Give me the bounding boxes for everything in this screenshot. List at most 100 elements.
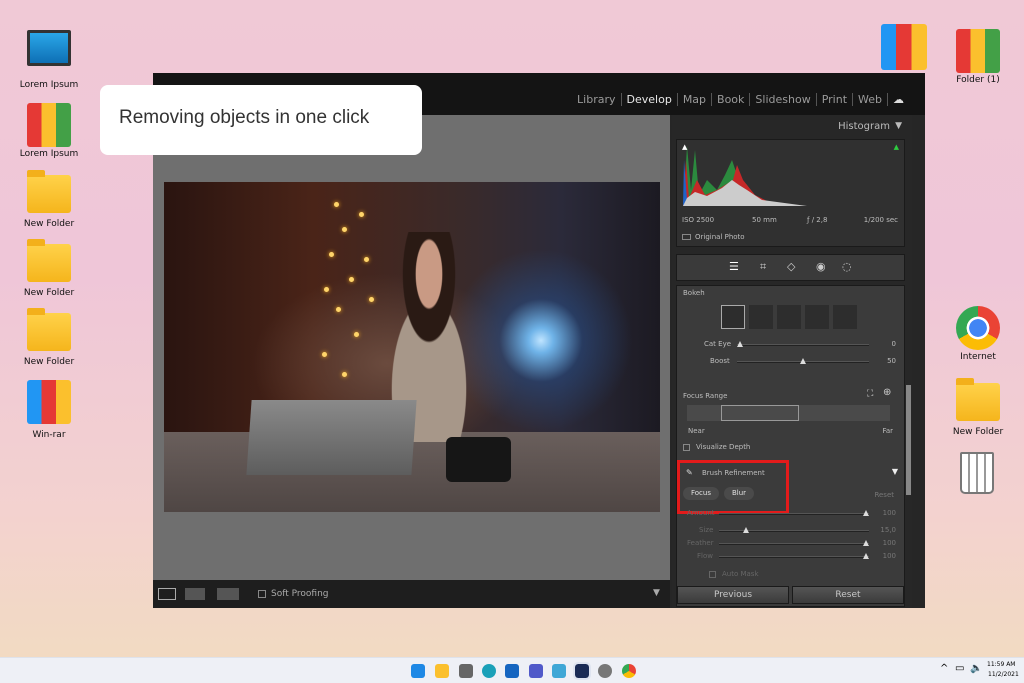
collapse-icon[interactable]: ▼ (895, 121, 902, 131)
edge-icon[interactable] (482, 664, 496, 678)
tray-chevron-icon[interactable]: ^ (940, 663, 948, 674)
bokeh-circle-button[interactable] (721, 305, 745, 329)
folder-icon (27, 170, 71, 213)
store-icon[interactable] (505, 664, 519, 678)
focus-brush-button[interactable]: Focus (683, 487, 719, 500)
desktop-icon-binders[interactable]: Lorem Ipsum (9, 103, 89, 159)
desktop-icon-internet[interactable]: Internet (938, 306, 1018, 362)
module-print[interactable]: Print (817, 93, 854, 106)
volume-icon[interactable]: 🔈 (970, 663, 982, 674)
module-library[interactable]: Library (572, 93, 622, 106)
boost-slider[interactable] (737, 358, 869, 364)
file-explorer-icon[interactable] (435, 664, 449, 678)
size-slider[interactable] (719, 527, 869, 533)
settings-icon[interactable] (598, 664, 612, 678)
clock-date[interactable]: 11/2/2021 (988, 671, 1019, 678)
cat-eye-slider[interactable] (737, 341, 869, 347)
module-picker: Library Develop Map Book Slideshow Print… (572, 93, 909, 106)
masking-icon[interactable]: ◌ (842, 260, 852, 273)
original-photo-checkbox[interactable] (682, 234, 691, 240)
edit-sliders-icon[interactable]: ☰ (729, 260, 739, 273)
app-icon[interactable] (573, 662, 591, 680)
desktop-icon-folder[interactable]: New Folder (9, 239, 89, 298)
maps-icon[interactable] (552, 664, 566, 678)
desktop-icon-folder[interactable]: New Folder (938, 378, 1018, 437)
iso-value: ISO 2500 (682, 216, 715, 224)
desktop-icon-computer[interactable]: Lorem Ipsum (9, 30, 89, 90)
chrome-icon (956, 306, 1000, 350)
caption-tooltip: Removing objects in one click (100, 85, 422, 155)
desktop-icon-folder-1[interactable]: Folder (1) (938, 29, 1018, 85)
visualize-depth-checkbox[interactable] (683, 444, 690, 451)
cloud-icon[interactable]: ☁ (888, 93, 909, 106)
desktop-icon-winrar[interactable]: Win-rar (9, 380, 89, 440)
previous-button[interactable]: Previous (677, 586, 789, 604)
panel-scrollbar[interactable] (906, 385, 911, 495)
bokeh-label: Bokeh (683, 289, 705, 297)
feather-label: Feather (687, 539, 714, 547)
auto-mask-label: Auto Mask (722, 570, 759, 578)
brush-icon: ✎ (686, 468, 693, 477)
flow-slider[interactable] (719, 553, 869, 559)
boost-value[interactable]: 50 (887, 357, 896, 365)
winrar-icon (27, 380, 71, 424)
expand-icon[interactable]: ▼ (892, 467, 898, 476)
auto-mask-checkbox[interactable] (709, 571, 716, 578)
network-icon[interactable]: ▭ (955, 663, 964, 674)
focus-range-handle[interactable] (721, 405, 799, 421)
size-value[interactable]: 15,0 (880, 526, 896, 534)
focus-range-graph[interactable] (687, 405, 890, 421)
module-develop[interactable]: Develop (622, 93, 678, 106)
histogram-graph (683, 146, 807, 206)
chrome-icon[interactable] (622, 664, 636, 678)
eraser-icon[interactable]: ◇ (787, 260, 795, 273)
camera-icon[interactable] (459, 664, 473, 678)
subject-focus-icon[interactable]: ⛶ (867, 389, 873, 399)
amount-label: Amount (687, 509, 715, 517)
module-slideshow[interactable]: Slideshow (750, 93, 817, 106)
before-after-icon[interactable] (217, 588, 239, 600)
flow-value[interactable]: 100 (883, 552, 896, 560)
bokeh-bubble-button[interactable] (749, 305, 773, 329)
blur-brush-button[interactable]: Blur (724, 487, 755, 500)
bokeh-5blade-button[interactable] (777, 305, 801, 329)
desktop-icon-folder[interactable]: New Folder (9, 308, 89, 367)
amount-value[interactable]: 100 (883, 509, 896, 517)
redeye-icon[interactable]: ◉ (816, 260, 826, 273)
desktop-icon-folder[interactable]: New Folder (9, 170, 89, 229)
histogram[interactable]: ▲ ▲ ISO 2500 50 mm ƒ / 2,8 1/200 sec Ori… (676, 139, 905, 247)
flow-label: Flow (697, 552, 713, 560)
bokeh-ring-button[interactable] (805, 305, 829, 329)
crop-icon[interactable]: ⌗ (760, 260, 766, 274)
clipping-shadow-icon[interactable]: ▲ (682, 143, 687, 151)
folder-icon (27, 308, 71, 351)
compare-view-icon[interactable] (185, 588, 205, 600)
brush-refinement-label[interactable]: Brush Refinement (702, 469, 765, 477)
module-book[interactable]: Book (712, 93, 751, 106)
computer-icon (27, 30, 71, 66)
clock-time[interactable]: 11:59 AM (987, 661, 1015, 668)
winrar-icon[interactable] (881, 24, 927, 70)
brush-reset-link[interactable]: Reset (874, 491, 894, 499)
toolbar-menu-icon[interactable]: ▼ (653, 588, 660, 598)
target-icon[interactable]: ⊕ (883, 387, 891, 398)
start-icon[interactable] (411, 664, 425, 678)
reset-button[interactable]: Reset (792, 586, 904, 604)
cat-eye-value[interactable]: 0 (892, 340, 896, 348)
recycle-bin-icon[interactable] (960, 452, 994, 494)
feather-value[interactable]: 100 (883, 539, 896, 547)
photo-preview[interactable] (164, 182, 660, 512)
module-map[interactable]: Map (678, 93, 713, 106)
feather-slider[interactable] (719, 540, 869, 546)
aperture: ƒ / 2,8 (807, 216, 828, 224)
shutter-speed: 1/200 sec (863, 216, 898, 224)
amount-slider[interactable] (719, 510, 869, 516)
boost-label: Boost (710, 357, 730, 365)
soft-proofing-checkbox[interactable] (258, 590, 266, 598)
module-web[interactable]: Web (853, 93, 888, 106)
original-photo-label: Original Photo (695, 233, 745, 241)
teams-icon[interactable] (529, 664, 543, 678)
loupe-view-icon[interactable] (158, 588, 176, 600)
clipping-highlight-icon[interactable]: ▲ (894, 143, 899, 151)
bokeh-cateye-button[interactable] (833, 305, 857, 329)
